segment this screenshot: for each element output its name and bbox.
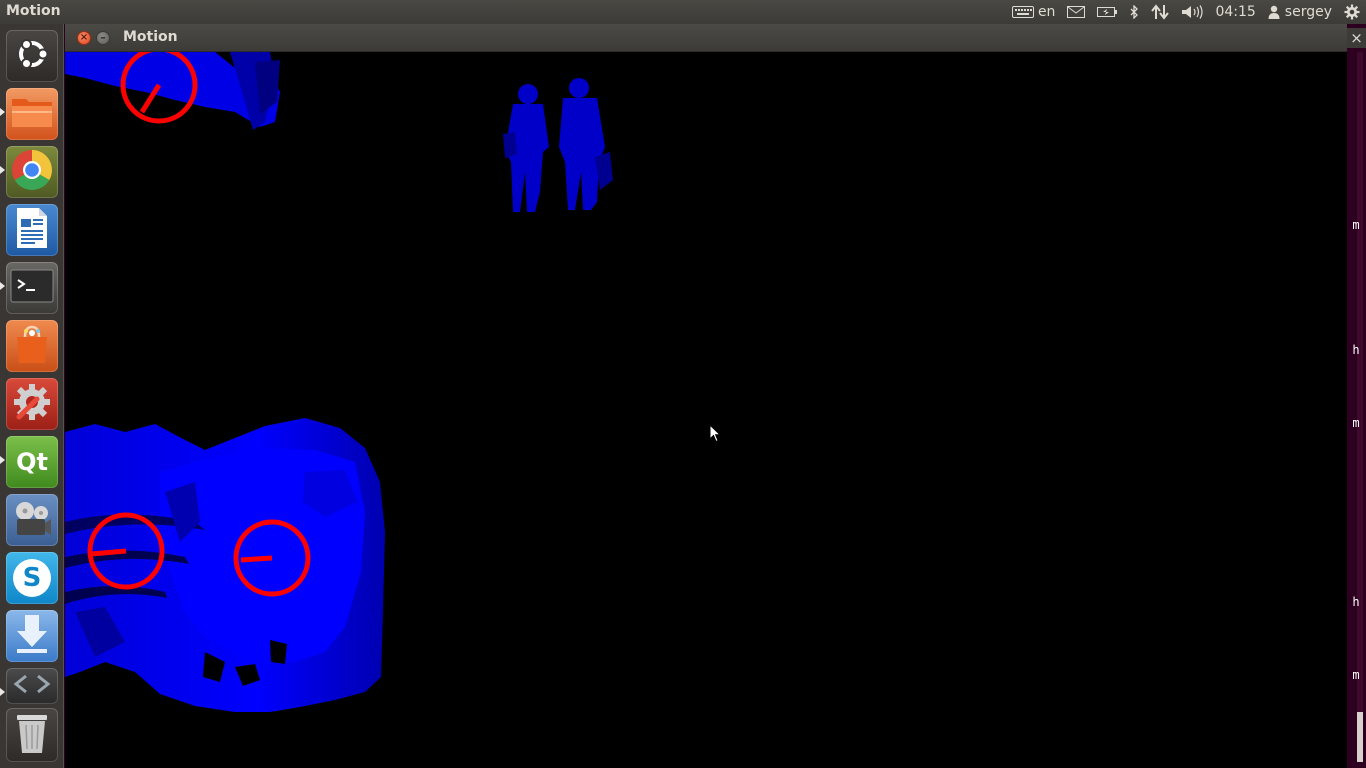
running-indicator [0,166,5,174]
shopping-bag-icon [12,323,52,369]
user-name-label: sergey [1284,4,1332,20]
motion-blob-bottom-left [65,418,385,712]
wrench-gear-icon [11,381,53,427]
background-terminal-scroll-thumb[interactable] [1357,712,1363,762]
messaging-indicator[interactable] [1061,0,1091,24]
launcher-item-terminal[interactable] [6,262,58,314]
launcher-item-skype[interactable]: S [6,552,58,604]
motion-canvas [65,52,613,712]
skype-icon: S [13,559,51,597]
clock-label: 04:15 [1215,4,1256,20]
indicator-area: en 04:15 sergey [1006,0,1366,24]
background-terminal-scrollbar[interactable] [1357,52,1363,712]
ubuntu-logo-icon [12,34,52,78]
trash-icon [15,711,49,759]
terminal-text-fragment: h [1352,343,1360,357]
launcher-item-trash[interactable] [6,708,58,762]
clock-indicator[interactable]: 04:15 [1209,0,1261,24]
chrome-icon [11,149,53,195]
battery-icon [1097,6,1118,18]
gear-icon [1344,4,1360,20]
active-app-name: Motion [6,3,61,19]
sound-indicator[interactable] [1175,0,1209,24]
user-icon [1268,5,1280,19]
launcher-item-chrome[interactable] [6,146,58,198]
launcher-item-system-settings[interactable] [6,378,58,430]
brackets-icon [12,674,52,698]
terminal-icon [10,269,54,307]
launcher-item-dash-home[interactable] [6,30,58,82]
terminal-text-fragment: m [1352,416,1360,430]
running-indicator [0,456,5,464]
background-window-close-button[interactable]: × [1347,28,1366,48]
film-reel-icon [11,497,53,543]
keyboard-indicator[interactable]: en [1006,0,1062,24]
window-minimize-button[interactable]: – [96,31,110,45]
window-titlebar[interactable]: × – Motion [65,24,1347,52]
running-indicator [0,108,5,116]
launcher-item-video-editor[interactable] [6,494,58,546]
keyboard-layout-label: en [1037,4,1056,20]
launcher-item-downloader[interactable] [6,610,58,662]
motion-window: × – Motion [65,24,1347,768]
mouse-cursor-icon [709,423,722,447]
terminal-text-fragment: m [1352,668,1360,682]
terminal-text-fragment: m [1352,218,1360,232]
launcher-item-qt-creator[interactable]: Qt [6,436,58,488]
keyboard-icon [1011,6,1034,18]
network-indicator[interactable] [1145,0,1175,24]
volume-icon [1181,5,1204,19]
launcher-item-files[interactable] [6,88,58,140]
qt-icon: Qt [16,448,48,476]
top-panel: Motion en 04:15 sergey [0,0,1366,24]
motion-blob-people [503,78,613,212]
user-indicator[interactable]: sergey [1262,0,1338,24]
launcher: Qt S [0,24,64,768]
terminal-text-fragment: h [1352,595,1360,609]
mail-icon [1067,6,1086,18]
bluetooth-indicator[interactable] [1123,0,1145,24]
launcher-item-code-editor[interactable] [6,668,58,704]
power-indicator[interactable] [1091,0,1123,24]
window-title: Motion [123,29,178,45]
document-icon [15,207,49,253]
network-icon [1151,4,1170,20]
bluetooth-icon [1129,5,1139,19]
launcher-item-libreoffice-writer[interactable] [6,204,58,256]
motion-view[interactable] [65,52,1347,768]
window-close-button[interactable]: × [77,31,91,45]
launcher-item-software-center[interactable] [6,320,58,372]
running-indicator [0,688,5,696]
running-indicator [0,282,5,290]
folder-icon [10,93,54,135]
download-arrow-icon [12,613,52,659]
session-indicator[interactable] [1338,0,1366,24]
